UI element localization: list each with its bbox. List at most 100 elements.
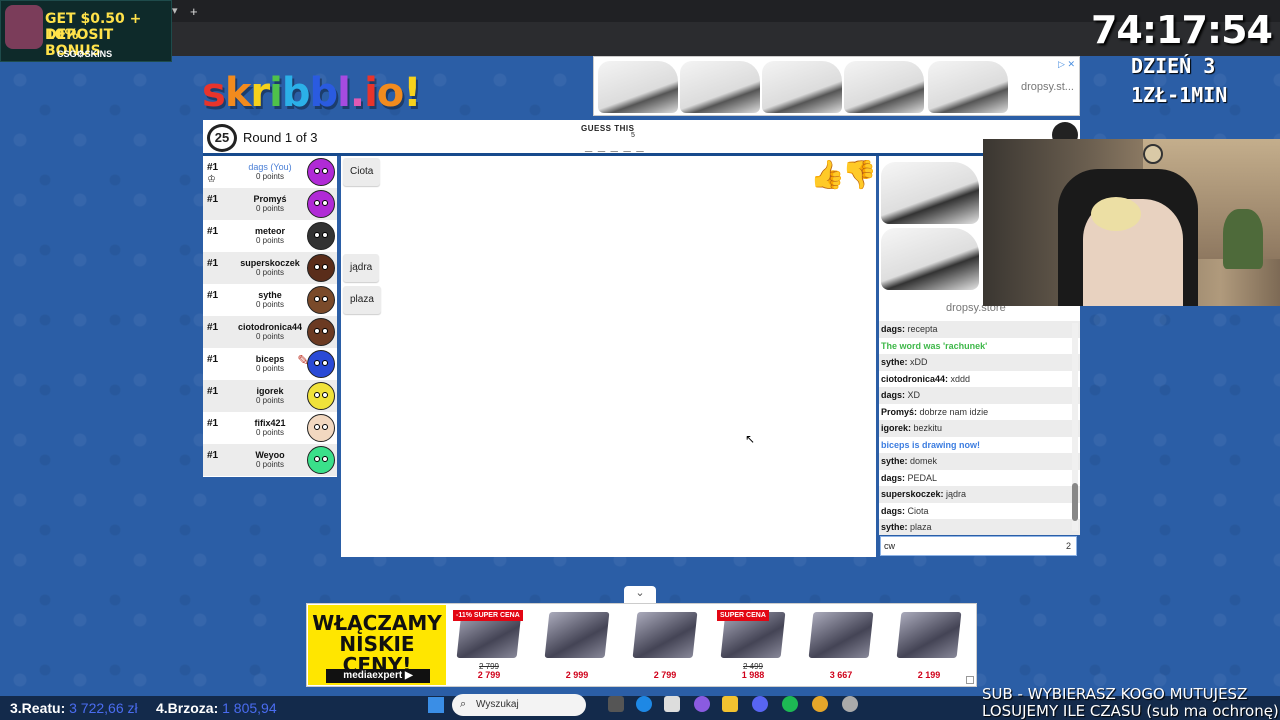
avatar-eye <box>314 296 320 302</box>
product-price: 2 799 <box>477 670 501 680</box>
player-name: igorek <box>256 386 284 396</box>
player-row[interactable]: #1 igorek 0 points <box>203 380 337 412</box>
player-avatar <box>307 318 335 346</box>
chat-username: Promyś <box>881 406 915 417</box>
chat-panel: dags: recepta The word was 'rachunek' syth… <box>879 321 1080 535</box>
chat-message: dags: PEDAL <box>879 470 1080 487</box>
casino-promo-banner[interactable]: GET $0.50 + 10% DEPOSIT BONUS CSG⚙SKINS <box>0 0 172 62</box>
skribbl-logo[interactable]: skribbl.io! <box>202 70 422 116</box>
player-row[interactable]: #1 ciotodronica44 0 points <box>203 316 337 348</box>
windows-start-icon[interactable] <box>428 697 444 713</box>
game-header: 25 Round 1 of 3 GUESS THIS 5 _ _ _ _ _ <box>203 120 1080 154</box>
new-tab-button[interactable]: + <box>190 4 198 19</box>
chat-username: dags <box>881 324 903 334</box>
chat-message: dags: Ciota <box>879 503 1080 520</box>
ad-product[interactable]: -11% SUPER CENA 2 799 2 799 <box>453 610 525 680</box>
player-rank: #1 <box>207 162 219 173</box>
ad-product[interactable]: 3 667 <box>805 610 877 680</box>
ad-product[interactable]: 2 999 <box>541 610 613 680</box>
player-avatar <box>307 382 335 410</box>
stream-day-label: DZIEŃ 3 <box>1131 54 1216 78</box>
app-icon[interactable] <box>842 696 858 712</box>
ad-sneaker-image <box>680 61 760 113</box>
player-name: Weyoo <box>255 450 285 460</box>
crown-icon: ♔ <box>207 174 216 185</box>
collapse-ad-chevron-icon[interactable]: ⌄ <box>624 586 656 604</box>
avatar-eye <box>314 232 320 238</box>
chat-scroll-thumb[interactable] <box>1072 483 1078 521</box>
tab-dropdown-icon[interactable]: ▾ <box>172 4 178 17</box>
drawing-canvas[interactable] <box>341 156 876 557</box>
spotify-icon[interactable] <box>782 696 798 712</box>
player-row[interactable]: #1 Weyoo 0 points <box>203 444 337 476</box>
player-rank: #1 <box>207 450 219 461</box>
chat-guess-input[interactable]: cw <box>880 536 1077 556</box>
chat-message: sythe: plaza <box>879 519 1080 535</box>
product-badge: SUPER CENA <box>717 610 769 621</box>
top-banner-ad[interactable]: dropsy.st... ▷ ✕ <box>593 56 1080 116</box>
avatar-eye <box>314 264 320 270</box>
edge-browser-icon[interactable] <box>636 696 652 712</box>
copilot-icon[interactable] <box>694 696 710 712</box>
ad-sneaker-image <box>881 162 979 224</box>
avatar-eye <box>322 392 328 398</box>
player-row[interactable]: #1 superskoczek 0 points <box>203 252 337 284</box>
chat-text: domek <box>910 456 938 466</box>
taskbar-search[interactable]: ⌕ Wyszukaj <box>452 694 586 716</box>
player-rank: #1 <box>207 354 219 365</box>
product-price: 1 988 <box>741 670 765 680</box>
chat-text: recepta <box>907 324 938 334</box>
logo-letter: o <box>376 70 405 116</box>
player-row[interactable]: #1 sythe 0 points <box>203 284 337 316</box>
chat-message: dags: recepta <box>879 321 1080 338</box>
chat-system-text: The word was 'rachunek' <box>881 340 988 351</box>
player-list: #1 ♔ dags (You) 0 points #1 Promyś 0 points #… <box>203 156 337 477</box>
player-points: 0 points <box>255 428 285 437</box>
player-row[interactable]: #1 meteor 0 points <box>203 220 337 252</box>
player-row[interactable]: #1 biceps 0 points ✎ <box>203 348 337 380</box>
logo-letter: k <box>224 70 252 116</box>
donor-rank-3-label: 3.Reatu: <box>10 700 66 716</box>
guess-bubble: jądra <box>343 254 380 282</box>
avatar-eye <box>322 264 328 270</box>
player-name: superskoczek <box>240 258 300 268</box>
chat-username: superskoczek <box>881 489 941 499</box>
discord-icon[interactable] <box>752 696 768 712</box>
player-name: fifix421 <box>254 418 286 428</box>
donor-rank-3-amount: 3 722,66 zł <box>69 700 138 716</box>
player-avatar <box>307 254 335 282</box>
player-row[interactable]: #1 ♔ dags (You) 0 points <box>203 156 337 188</box>
player-points: 0 points <box>255 204 285 213</box>
laptop-image <box>808 612 874 658</box>
laptop-image <box>632 612 698 658</box>
chat-scrollbar[interactable] <box>1072 323 1078 531</box>
ad-product[interactable]: SUPER CENA 2 499 1 988 <box>717 610 789 680</box>
player-avatar <box>307 350 335 378</box>
chrome-icon[interactable] <box>812 696 828 712</box>
windows-taskbar: ⌕ Wyszukaj <box>420 692 870 718</box>
avatar-eye <box>322 424 328 430</box>
file-explorer-icon[interactable] <box>722 696 738 712</box>
chat-message: biceps is drawing now! <box>879 437 1080 454</box>
player-rank: #1 <box>207 418 219 429</box>
thumbs-up-icon[interactable]: 👍 <box>810 160 845 190</box>
ad-product[interactable]: 2 799 <box>629 610 701 680</box>
player-name: ciotodronica44 <box>237 322 302 332</box>
task-view-icon[interactable] <box>608 696 624 712</box>
player-points: 0 points <box>255 236 285 245</box>
avatar-eye <box>314 424 320 430</box>
thumbs-down-icon[interactable]: 👎 <box>842 160 877 190</box>
player-row[interactable]: #1 fifix421 0 points <box>203 412 337 444</box>
store-icon[interactable] <box>664 696 680 712</box>
player-rank: #1 <box>207 226 219 237</box>
player-row[interactable]: #1 Promyś 0 points <box>203 188 337 220</box>
adchoices-icon[interactable]: ▷ ✕ <box>1058 59 1075 70</box>
logo-letter: b <box>281 70 311 116</box>
logo-letter: ! <box>403 70 421 116</box>
ad-product[interactable]: 2 199 <box>893 610 965 680</box>
bottom-banner-ad[interactable]: WŁĄCZAMY NISKIE CENY! mediaexpert ▶ -11%… <box>306 603 977 687</box>
chat-username: sythe <box>881 522 905 532</box>
avatar-eye <box>322 168 328 174</box>
ad-info-icon[interactable] <box>966 676 974 684</box>
ad-site-label[interactable]: dropsy.st... <box>1021 81 1074 93</box>
